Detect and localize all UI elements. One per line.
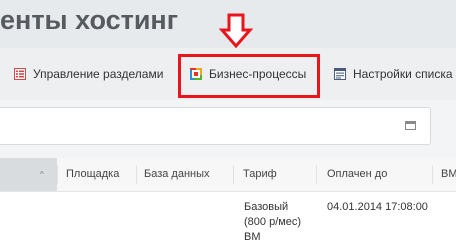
tariff-cell: Базовый (800 р/мес) ВМ <box>244 200 301 245</box>
page-title: енты хостинг <box>0 5 178 35</box>
column-divider <box>316 165 317 184</box>
column-divider <box>233 165 234 184</box>
list-settings-icon <box>334 68 346 80</box>
arrow-down-icon <box>219 13 253 49</box>
highlight-box <box>178 54 320 98</box>
column-divider <box>432 165 433 184</box>
paid-until-cell: 04.01.2014 17:08:00 <box>327 201 428 213</box>
column-divider <box>57 165 58 184</box>
manage-sections-button[interactable]: Управление разделами <box>14 48 163 100</box>
tariff-line: (800 р/мес) <box>244 216 302 228</box>
column-header-paid-until[interactable]: Оплачен до <box>327 158 387 191</box>
filter-row <box>0 100 456 158</box>
column-divider <box>136 165 137 184</box>
table-header: ^ Площадка База данных Тариф Оплачен до … <box>0 158 456 192</box>
list-settings-button[interactable]: Настройки списка <box>334 48 453 100</box>
column-header-tariff[interactable]: Тариф <box>243 158 277 191</box>
column-header-site[interactable]: Площадка <box>66 158 119 191</box>
tariff-line: ВМ <box>244 231 261 243</box>
column-header-vm[interactable]: ВМ <box>441 158 456 191</box>
sections-list-icon <box>14 68 26 80</box>
sort-arrow-icon[interactable]: ^ <box>40 170 44 179</box>
manage-sections-label: Управление разделами <box>33 67 164 81</box>
table-header-gray-column <box>0 158 57 191</box>
window-icon[interactable] <box>405 121 416 130</box>
list-settings-label: Настройки списка <box>353 67 453 81</box>
tariff-line: Базовый <box>244 201 289 213</box>
column-header-database[interactable]: База данных <box>144 158 210 191</box>
filter-bar[interactable] <box>0 107 431 145</box>
